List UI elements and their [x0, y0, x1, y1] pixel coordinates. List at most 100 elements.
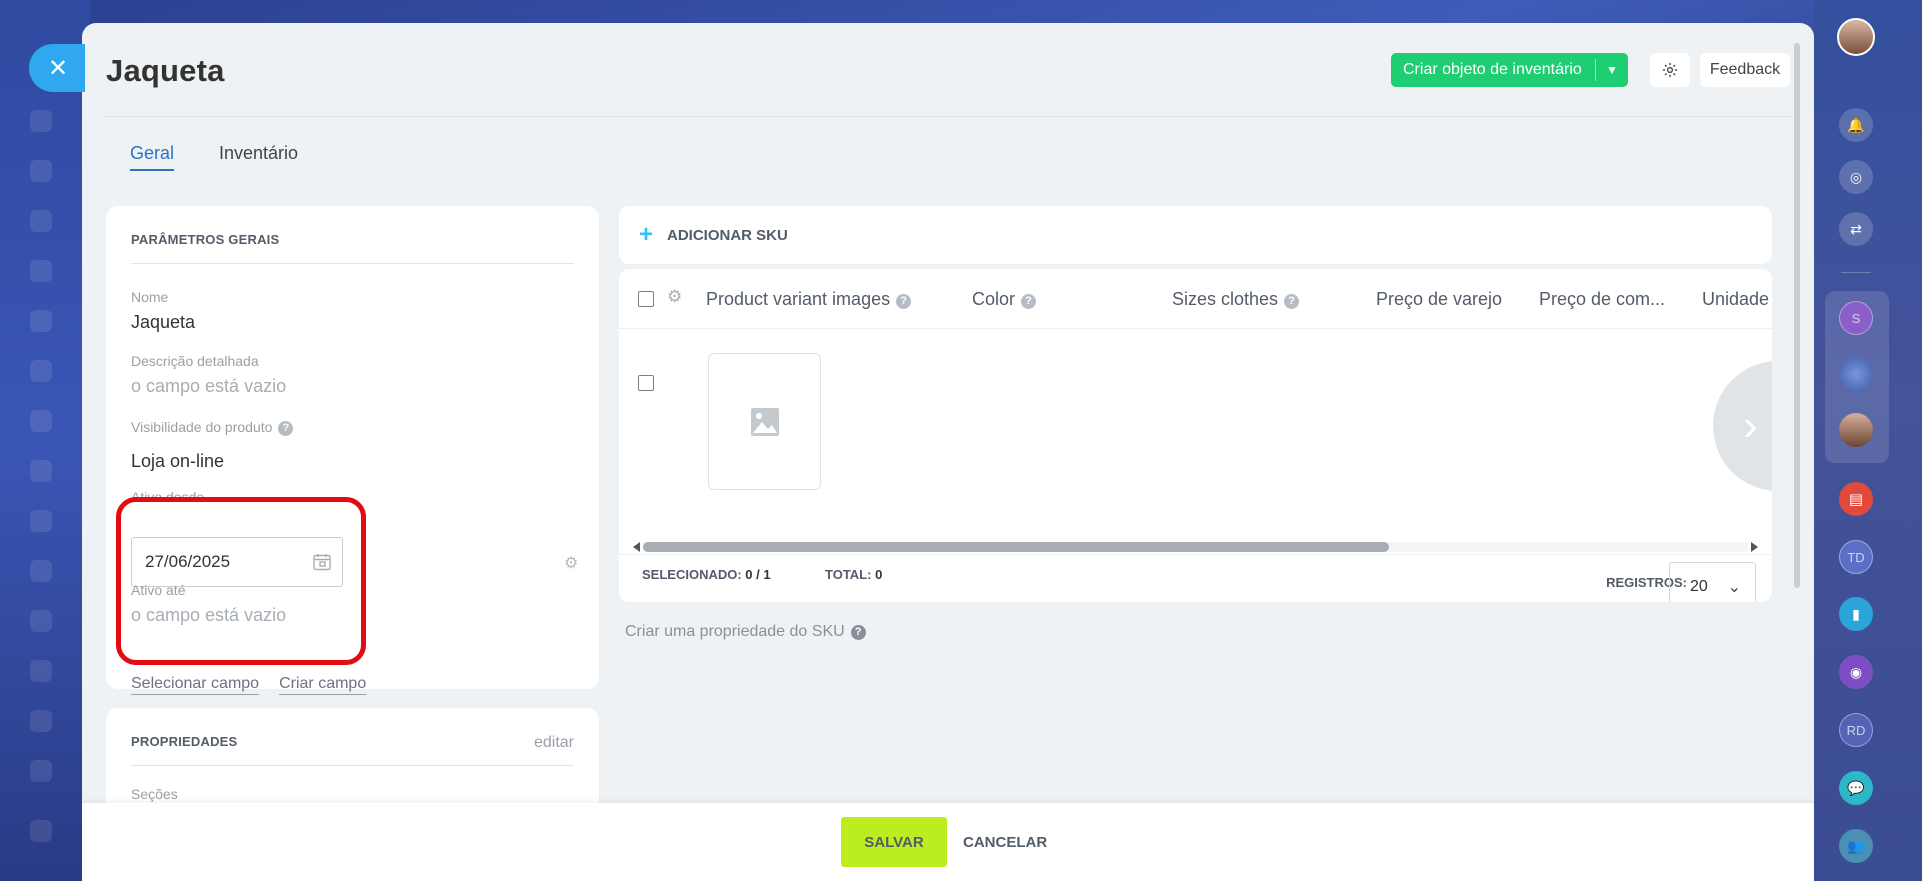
field-settings-gear-icon[interactable]: ⚙ [564, 553, 578, 573]
help-icon[interactable]: ? [1284, 294, 1300, 309]
help-icon[interactable]: ? [896, 294, 912, 309]
scroll-right-button[interactable]: › [1713, 361, 1772, 491]
column-header[interactable]: Preço de com... [1539, 289, 1665, 310]
help-icon[interactable]: ? [850, 625, 866, 640]
column-header[interactable]: Sizes clothes? [1172, 289, 1300, 310]
ghost-icon [30, 360, 52, 382]
column-header[interactable]: Color? [972, 289, 1037, 310]
messages-icon[interactable]: 💬 [1839, 771, 1873, 805]
ghost-icon [30, 460, 52, 482]
description-value[interactable]: o campo está vazio [131, 376, 286, 397]
ghost-icon [30, 760, 52, 782]
section-title: PARÂMETROS GERAIS [131, 232, 280, 247]
tab-inventario[interactable]: Inventário [219, 143, 298, 171]
ghost-icon [30, 820, 52, 842]
create-field-link[interactable]: Criar campo [279, 675, 367, 695]
section-title: PROPRIEDADES [131, 734, 238, 749]
visibility-value[interactable]: Loja on-line [131, 451, 224, 472]
group-chat-icon[interactable]: 👥 [1839, 829, 1873, 863]
scroll-right-arrow-icon[interactable] [1751, 542, 1758, 552]
sync-chat-icon[interactable]: ⇄ [1839, 212, 1873, 246]
columns-settings-gear-icon[interactable]: ⚙ [667, 287, 682, 307]
gear-icon [1662, 62, 1678, 78]
action-bar: SALVAR CANCELAR [82, 803, 1814, 881]
visibility-label: Visibilidade do produto? [131, 419, 294, 436]
name-value[interactable]: Jaqueta [131, 312, 195, 333]
create-inventory-object-button[interactable]: Criar objeto de inventário ▼ [1391, 53, 1628, 87]
column-header[interactable]: Product variant images? [706, 289, 912, 310]
plus-icon: + [639, 221, 654, 248]
column-header[interactable]: Unidade d [1702, 289, 1772, 310]
openline-icon[interactable]: ◉ [1839, 655, 1873, 689]
close-panel-button[interactable]: ✕ [29, 44, 85, 92]
ghost-icon [30, 710, 52, 732]
user-avatar[interactable] [1837, 18, 1875, 56]
target-icon[interactable]: ◎ [1839, 160, 1873, 194]
save-button[interactable]: SALVAR [841, 817, 947, 867]
left-background [0, 0, 90, 881]
chevron-down-icon[interactable]: ▼ [1596, 63, 1628, 77]
column-header-label: Color [972, 289, 1016, 309]
create-sku-property-label: Criar uma propriedade do SKU [625, 623, 845, 640]
selected-label: SELECIONADO: [642, 567, 742, 582]
chat-avatar-s[interactable]: S [1839, 301, 1873, 335]
tab-geral[interactable]: Geral [130, 143, 175, 171]
column-header[interactable]: Preço de varejo [1376, 289, 1502, 310]
ghost-icon [30, 110, 52, 132]
ghost-icon [30, 260, 52, 282]
description-label: Descrição detalhada [131, 353, 259, 369]
total-counter: TOTAL: 0 [825, 567, 882, 582]
image-placeholder-icon [750, 407, 779, 436]
ghost-icon [30, 660, 52, 682]
divider [131, 263, 574, 264]
chat-avatar-rd[interactable]: RD [1839, 713, 1873, 747]
field-links: Selecionar campo Criar campo [131, 675, 367, 695]
general-params-card: PARÂMETROS GERAIS Nome Jaqueta Descrição… [106, 206, 599, 695]
contact-card-icon[interactable]: ▤ [1839, 482, 1873, 516]
add-sku-label: ADICIONAR SKU [667, 226, 788, 244]
highlight-annotation [116, 497, 366, 665]
records-value: 20 [1690, 578, 1708, 595]
select-field-link[interactable]: Selecionar campo [131, 675, 260, 695]
chat-avatar-image[interactable] [1839, 357, 1873, 391]
visibility-label-text: Visibilidade do produto [131, 419, 273, 435]
total-value: 0 [875, 567, 883, 582]
chat-avatar-photo[interactable] [1839, 413, 1873, 447]
horizontal-scrollbar[interactable] [633, 541, 1758, 553]
close-icon: ✕ [47, 54, 69, 82]
feedback-button[interactable]: Feedback [1700, 53, 1790, 87]
divider [131, 765, 574, 766]
add-sku-button[interactable]: + ADICIONAR SKU [619, 206, 1772, 264]
panel-scrollbar[interactable] [1794, 43, 1800, 588]
bookmark-icon[interactable]: ▮ [1839, 597, 1873, 631]
selected-counter: SELECIONADO: 0 / 1 [642, 567, 771, 582]
total-label: TOTAL: [825, 567, 872, 582]
product-image-upload[interactable] [708, 353, 821, 490]
grid-footer: SELECIONADO: 0 / 1 TOTAL: 0 REGISTROS: 2… [619, 554, 1772, 602]
name-label: Nome [131, 289, 169, 305]
select-all-checkbox[interactable] [638, 291, 654, 307]
ghost-icon [30, 610, 52, 632]
column-header-label: Product variant images [706, 289, 891, 309]
ghost-icon [30, 310, 52, 332]
create-sku-property-link[interactable]: Criar uma propriedade do SKU? [625, 623, 866, 641]
records-per-page-select[interactable]: 20 ⌄ [1669, 562, 1756, 602]
panel-header: Jaqueta Criar objeto de inventário ▼ Fee… [106, 47, 1790, 117]
sku-grid: ⚙ Product variant images? Color? Sizes c… [619, 269, 1772, 602]
create-inventory-object-label: Criar objeto de inventário [1403, 61, 1582, 78]
scroll-thumb[interactable] [643, 542, 1389, 552]
settings-button[interactable] [1650, 53, 1690, 87]
ghost-icon [30, 210, 52, 232]
help-icon[interactable]: ? [278, 421, 294, 436]
column-header-label: Sizes clothes [1172, 289, 1279, 309]
table-header: ⚙ Product variant images? Color? Sizes c… [619, 269, 1772, 329]
product-slider-panel: Jaqueta Criar objeto de inventário ▼ Fee… [82, 23, 1814, 881]
cancel-button[interactable]: CANCELAR [963, 817, 1047, 867]
scroll-left-arrow-icon[interactable] [633, 542, 640, 552]
bell-icon[interactable]: 🔔 [1839, 108, 1873, 142]
edit-link[interactable]: editar [534, 734, 574, 752]
help-icon[interactable]: ? [1021, 294, 1037, 309]
chat-avatar-td[interactable]: TD [1839, 540, 1873, 574]
row-checkbox[interactable] [638, 375, 654, 391]
rail-divider [1841, 272, 1871, 273]
